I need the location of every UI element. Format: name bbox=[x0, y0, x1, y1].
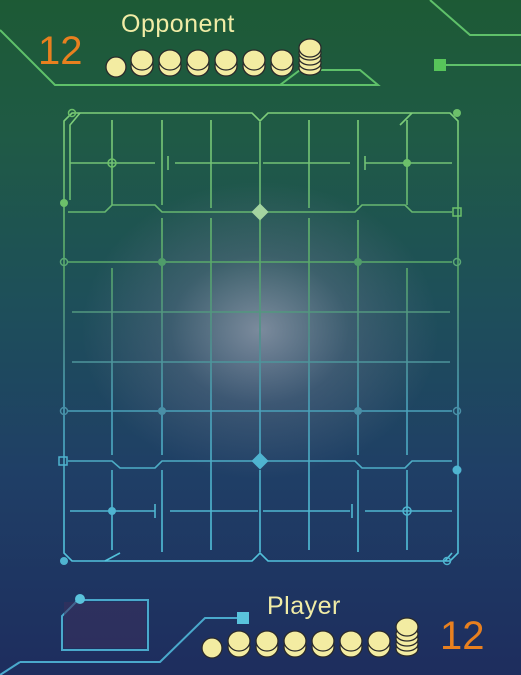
player-coin bbox=[395, 617, 419, 637]
player-piece-count: 12 bbox=[440, 614, 485, 658]
player-coin-row bbox=[201, 617, 419, 659]
opponent-piece-count: 12 bbox=[38, 29, 83, 73]
player-coin bbox=[227, 630, 251, 652]
player-name: Player bbox=[267, 592, 341, 620]
opponent-coin-row bbox=[105, 38, 322, 78]
opponent-coin bbox=[214, 49, 238, 71]
board-stub-bottom-left bbox=[104, 552, 121, 562]
opponent-coin bbox=[130, 49, 154, 71]
opponent-name: Opponent bbox=[121, 10, 235, 38]
board-stub-top-left bbox=[69, 112, 81, 200]
bottom-circuit-node bbox=[75, 594, 85, 604]
opponent-coin bbox=[105, 56, 127, 78]
board-border bbox=[63, 112, 459, 562]
game-canvas bbox=[0, 0, 521, 675]
opponent-coin bbox=[242, 49, 266, 71]
bottom-circuit-square-node bbox=[237, 612, 249, 624]
opponent-coin bbox=[158, 49, 182, 71]
player-coin bbox=[201, 637, 223, 659]
top-circuit-node bbox=[434, 59, 446, 71]
opponent-coin bbox=[298, 38, 322, 58]
player-coin bbox=[311, 630, 335, 652]
game-board[interactable] bbox=[63, 112, 459, 562]
player-coin bbox=[255, 630, 279, 652]
player-coin bbox=[283, 630, 307, 652]
opponent-coin bbox=[270, 49, 294, 71]
opponent-coin bbox=[186, 49, 210, 71]
bottom-circuit-panel bbox=[64, 602, 146, 648]
player-coin bbox=[339, 630, 363, 652]
board-stub-top-right bbox=[399, 112, 413, 126]
player-coin bbox=[367, 630, 391, 652]
